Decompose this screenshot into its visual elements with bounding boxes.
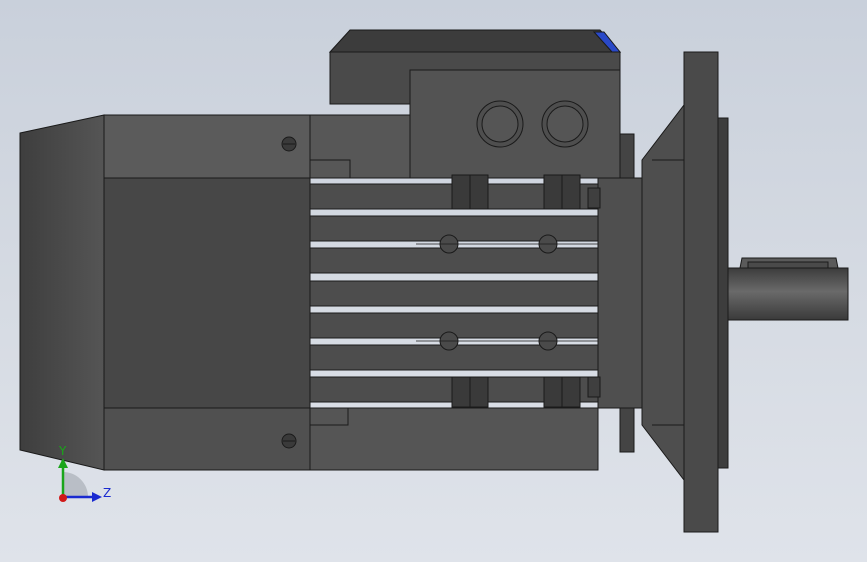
flange-neck <box>641 103 685 482</box>
housing-top-band <box>103 114 311 179</box>
x-axis-dot <box>59 494 67 502</box>
housing-right-bottom <box>309 407 599 471</box>
cooling-fins <box>309 183 599 403</box>
cad-viewport[interactable]: Y Z <box>0 0 867 562</box>
flange <box>683 51 719 533</box>
motor-model[interactable]: Y Z <box>0 0 867 562</box>
housing-bottom-band <box>103 407 311 471</box>
triad-rotation-arc <box>63 472 88 497</box>
housing-main <box>103 177 311 409</box>
z-axis-arrow <box>92 492 102 502</box>
fan-cover <box>19 114 105 471</box>
output-shaft <box>727 267 849 321</box>
z-axis-label: Z <box>103 486 111 500</box>
terminal-box-lid <box>328 29 622 53</box>
end-shield <box>597 177 643 409</box>
y-axis-label: Y <box>58 444 67 458</box>
